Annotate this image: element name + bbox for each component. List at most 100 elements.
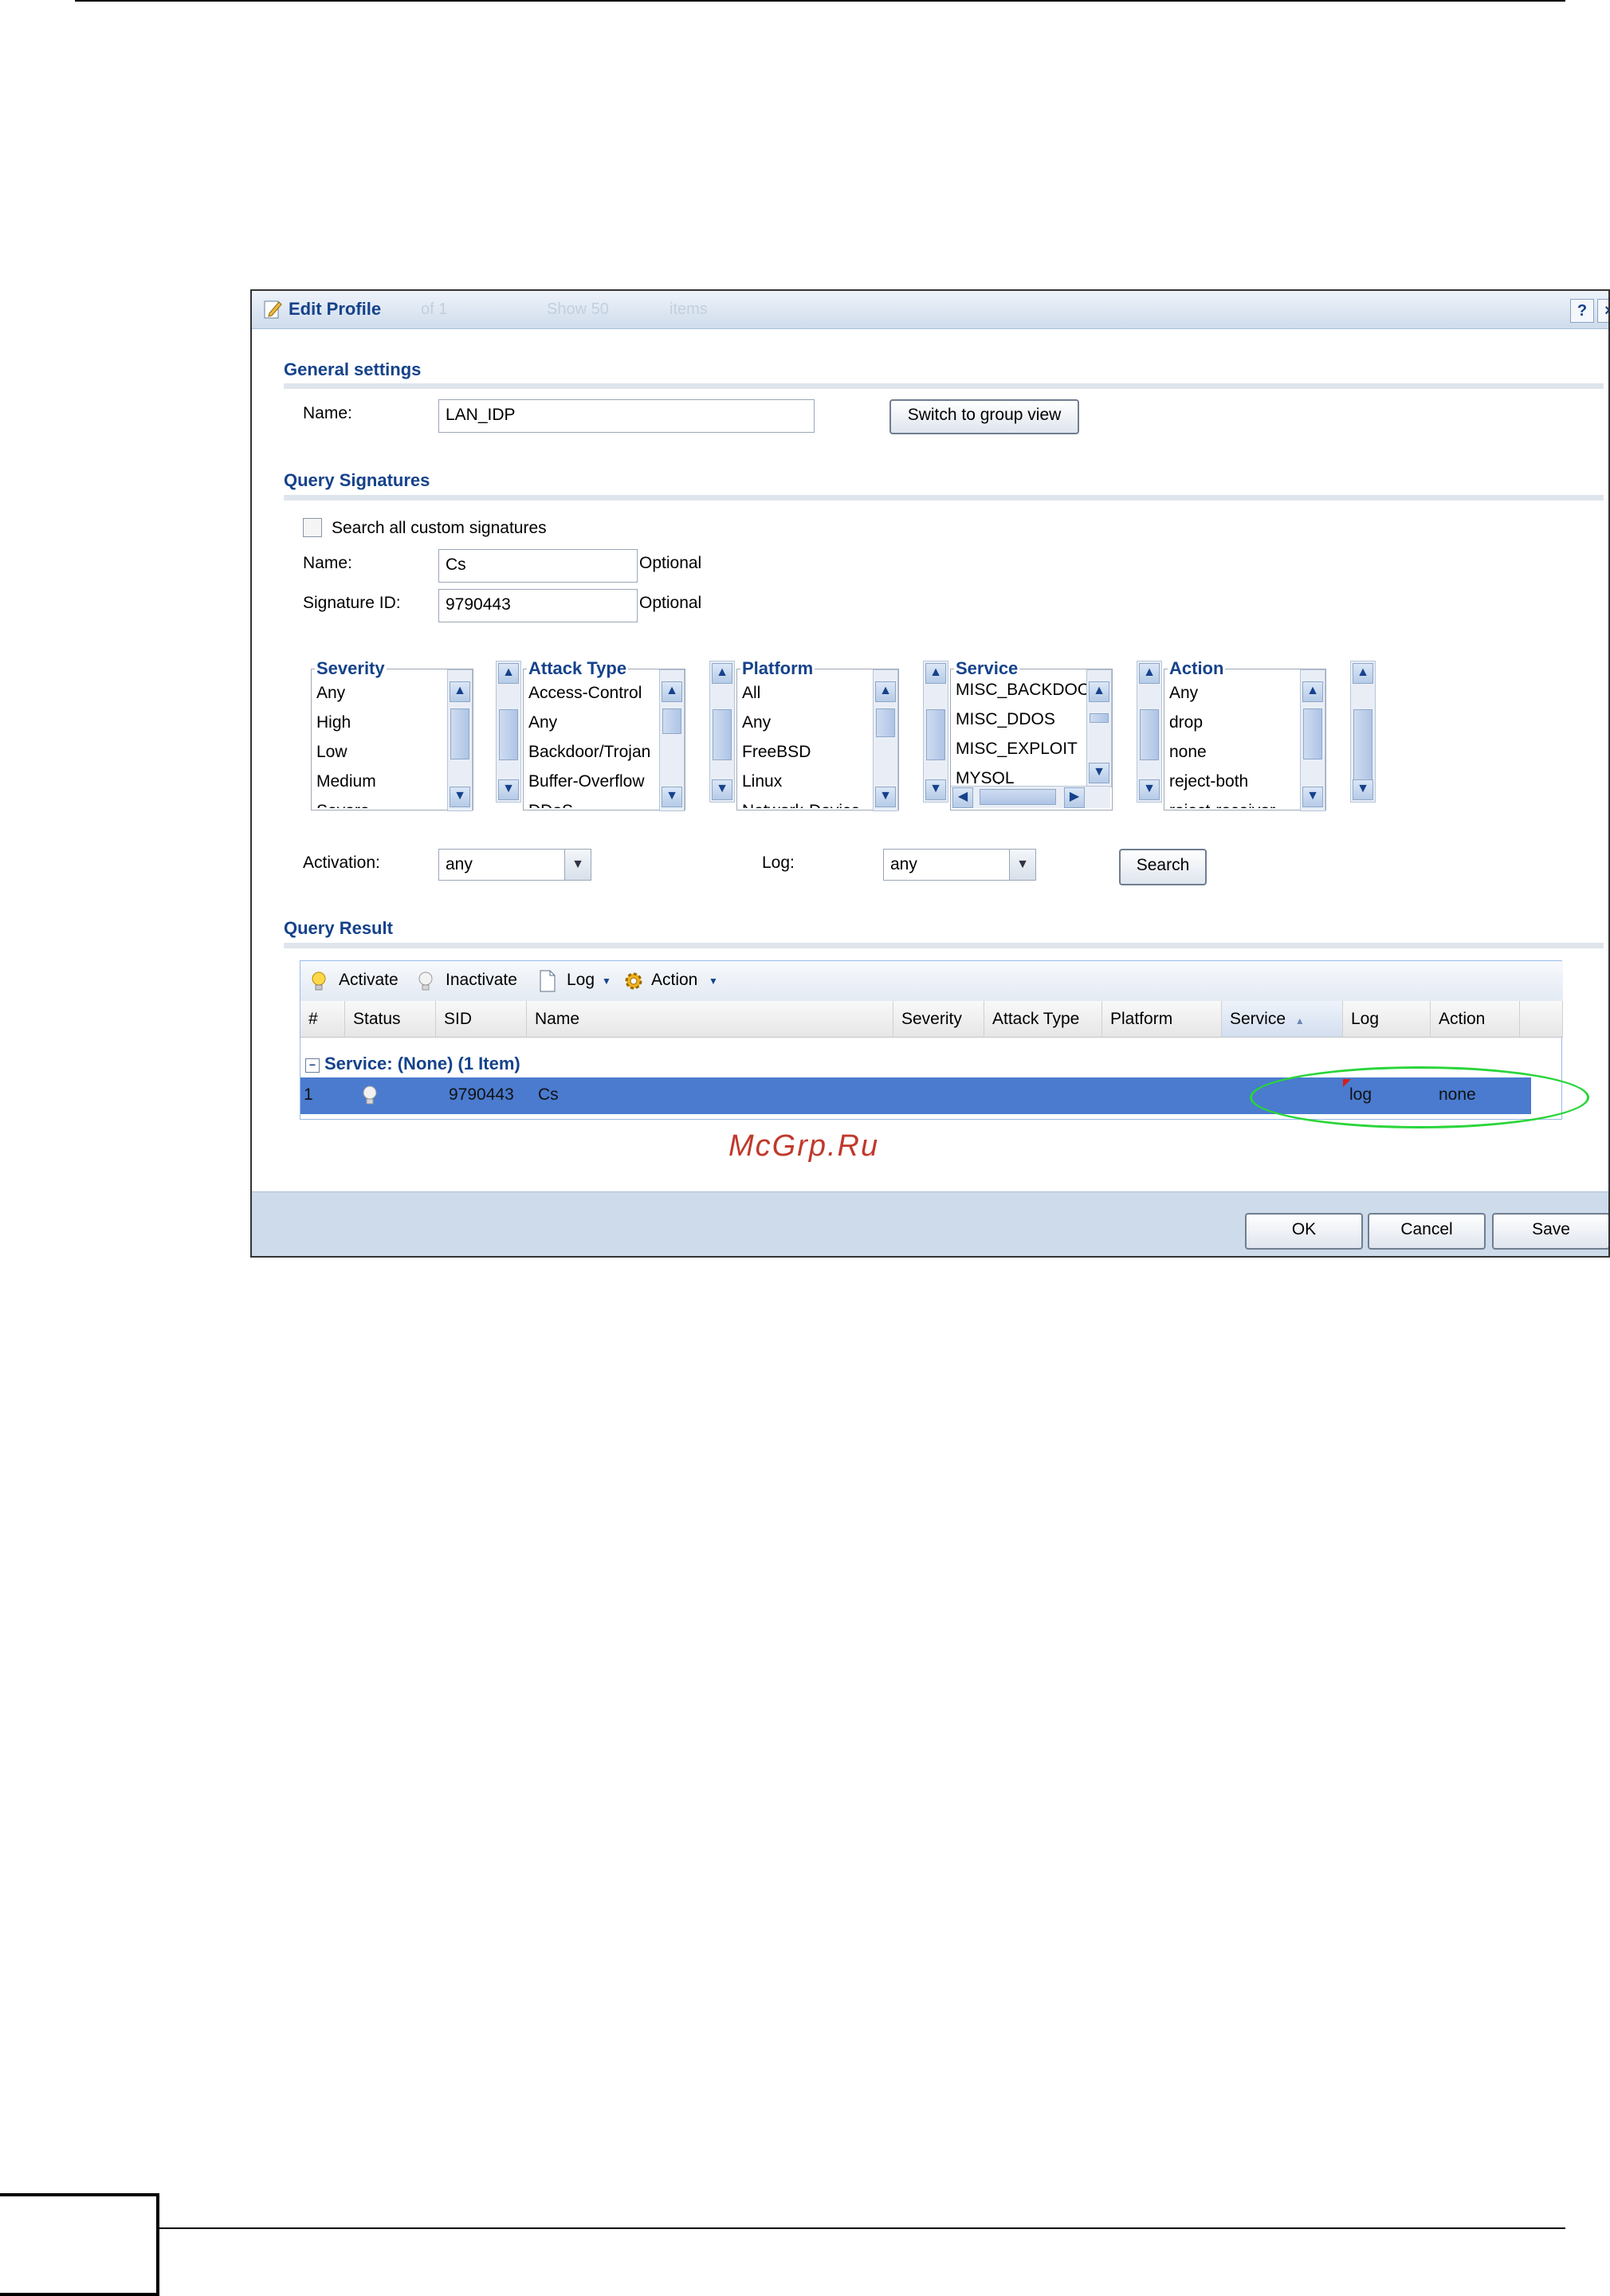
scroll-up-icon[interactable]: ▲ [875, 681, 896, 702]
service-list-left-scrollbar[interactable]: ▲ ▼ [923, 661, 948, 803]
scroll-down-icon[interactable]: ▼ [450, 787, 470, 807]
collapse-icon[interactable]: − [305, 1058, 320, 1073]
scroll-down-icon[interactable]: ▼ [1089, 763, 1109, 783]
inactivate-button[interactable]: Inactivate [446, 971, 517, 990]
list-option[interactable]: Any [742, 713, 771, 732]
profile-name-field[interactable]: LAN_IDP [438, 399, 815, 433]
list-option[interactable]: drop [1169, 713, 1203, 732]
list-option[interactable]: MISC_BACKDOOR [956, 681, 1086, 700]
column-header-service[interactable]: Service ▲ [1222, 1001, 1343, 1038]
horizontal-scrollbar[interactable]: ◀ ▶ [951, 786, 1110, 808]
dropdown-arrow-icon[interactable]: ▼ [602, 975, 611, 987]
platform-list-left-scrollbar[interactable]: ▲ ▼ [709, 661, 735, 803]
column-header-num[interactable]: # [300, 1001, 345, 1038]
scroll-thumb[interactable] [1353, 709, 1372, 787]
severity-list[interactable]: Severity Any High Low Medium Severe ▲ ▼ [311, 658, 473, 811]
column-header-status[interactable]: Status [345, 1001, 436, 1038]
scroll-up-icon[interactable]: ▲ [498, 663, 519, 684]
scroll-down-icon[interactable]: ▼ [875, 787, 896, 807]
list-option[interactable]: Linux [742, 772, 782, 791]
scroll-thumb[interactable] [1090, 713, 1109, 723]
column-header-action[interactable]: Action [1431, 1001, 1520, 1038]
scroll-up-icon[interactable]: ▲ [450, 681, 470, 702]
list-option[interactable]: MISC_EXPLOIT [956, 740, 1078, 759]
log-select[interactable]: any ▼ [883, 849, 1036, 881]
scroll-up-icon[interactable]: ▲ [1139, 663, 1160, 684]
column-header-severity[interactable]: Severity [893, 1001, 984, 1038]
list-option[interactable]: All [742, 684, 760, 703]
list-option[interactable]: MYSQL [956, 769, 1015, 784]
scroll-up-icon[interactable]: ▲ [662, 681, 682, 702]
signature-id-field[interactable]: 9790443 [438, 589, 638, 622]
scroll-thumb[interactable] [876, 708, 895, 737]
close-button[interactable]: × [1597, 299, 1608, 323]
column-header-log[interactable]: Log [1343, 1001, 1431, 1038]
list-scrollbar[interactable]: ▲ ▼ [1086, 669, 1112, 787]
list-scrollbar[interactable]: ▲ ▼ [1300, 669, 1325, 811]
list-option[interactable]: Severe [316, 802, 370, 808]
dropdown-arrow-icon[interactable]: ▼ [709, 975, 718, 987]
list-option[interactable]: Backdoor/Trojan [528, 743, 650, 762]
list-option[interactable]: Any [1169, 684, 1198, 703]
column-header-name[interactable]: Name [527, 1001, 893, 1038]
extra-right-scrollbar[interactable]: ▲ ▼ [1350, 661, 1376, 803]
scroll-down-icon[interactable]: ▼ [712, 779, 732, 800]
list-option[interactable]: none [1169, 743, 1207, 762]
scroll-up-icon[interactable]: ▲ [1302, 681, 1323, 702]
list-option[interactable]: Low [316, 743, 348, 762]
column-header-attack-type[interactable]: Attack Type [984, 1001, 1102, 1038]
list-option[interactable]: Buffer-Overflow [528, 772, 645, 791]
action-list-left-scrollbar[interactable]: ▲ ▼ [1137, 661, 1162, 803]
list-scrollbar[interactable]: ▲ ▼ [873, 669, 898, 811]
list-option[interactable]: FreeBSD [742, 743, 811, 762]
scroll-thumb[interactable] [662, 708, 681, 734]
scroll-down-icon[interactable]: ▼ [1302, 787, 1323, 807]
list-option[interactable]: Network-Device [742, 802, 860, 808]
scroll-left-icon[interactable]: ◀ [952, 787, 973, 808]
save-button[interactable]: Save [1492, 1213, 1608, 1250]
scroll-down-icon[interactable]: ▼ [1139, 779, 1160, 800]
list-option[interactable]: High [316, 713, 351, 732]
ok-button[interactable]: OK [1245, 1213, 1363, 1250]
scroll-thumb[interactable] [499, 709, 518, 760]
list-option[interactable]: DDoS [528, 802, 573, 808]
cancel-button[interactable]: Cancel [1368, 1213, 1486, 1250]
scroll-thumb[interactable] [926, 709, 945, 760]
attack-list-left-scrollbar[interactable]: ▲ ▼ [496, 661, 521, 803]
service-list[interactable]: Service MISC_BACKDOOR MISC_DDOS MISC_EXP… [950, 658, 1113, 810]
chevron-down-icon[interactable]: ▼ [564, 850, 591, 880]
scroll-up-icon[interactable]: ▲ [1353, 663, 1373, 684]
list-option[interactable]: Medium [316, 772, 376, 791]
list-option[interactable]: Any [316, 684, 345, 703]
action-list[interactable]: Action Any drop none reject-both reject-… [1164, 658, 1326, 811]
scroll-thumb[interactable] [1303, 708, 1322, 759]
scroll-thumb[interactable] [1140, 709, 1159, 760]
help-button[interactable]: ? [1570, 299, 1594, 323]
scroll-down-icon[interactable]: ▼ [1353, 779, 1373, 800]
attack-type-list[interactable]: Attack Type Access-Control Any Backdoor/… [523, 658, 685, 811]
column-header-sid[interactable]: SID [436, 1001, 527, 1038]
search-button[interactable]: Search [1119, 849, 1207, 885]
activation-select[interactable]: any ▼ [438, 849, 591, 881]
scroll-down-icon[interactable]: ▼ [662, 787, 682, 807]
scroll-thumb[interactable] [980, 789, 1056, 805]
scroll-down-icon[interactable]: ▼ [925, 779, 946, 800]
scroll-down-icon[interactable]: ▼ [498, 779, 519, 800]
scroll-up-icon[interactable]: ▲ [712, 663, 732, 684]
list-option[interactable]: Any [528, 713, 557, 732]
scroll-up-icon[interactable]: ▲ [1089, 681, 1109, 702]
list-scrollbar[interactable]: ▲ ▼ [659, 669, 685, 811]
activate-button[interactable]: Activate [339, 971, 399, 990]
column-header-platform[interactable]: Platform [1102, 1001, 1222, 1038]
group-header[interactable]: − Service: (None) (1 Item) [305, 1054, 520, 1074]
list-option[interactable]: reject-receiver [1169, 802, 1275, 808]
search-custom-checkbox[interactable] [303, 518, 322, 537]
list-option[interactable]: reject-both [1169, 772, 1248, 791]
list-option[interactable]: Access-Control [528, 684, 642, 703]
scroll-right-icon[interactable]: ▶ [1064, 787, 1085, 808]
query-name-field[interactable]: Cs [438, 549, 638, 583]
scroll-thumb[interactable] [450, 708, 469, 759]
scroll-thumb[interactable] [713, 709, 732, 760]
list-scrollbar[interactable]: ▲ ▼ [447, 669, 473, 811]
chevron-down-icon[interactable]: ▼ [1009, 850, 1035, 880]
